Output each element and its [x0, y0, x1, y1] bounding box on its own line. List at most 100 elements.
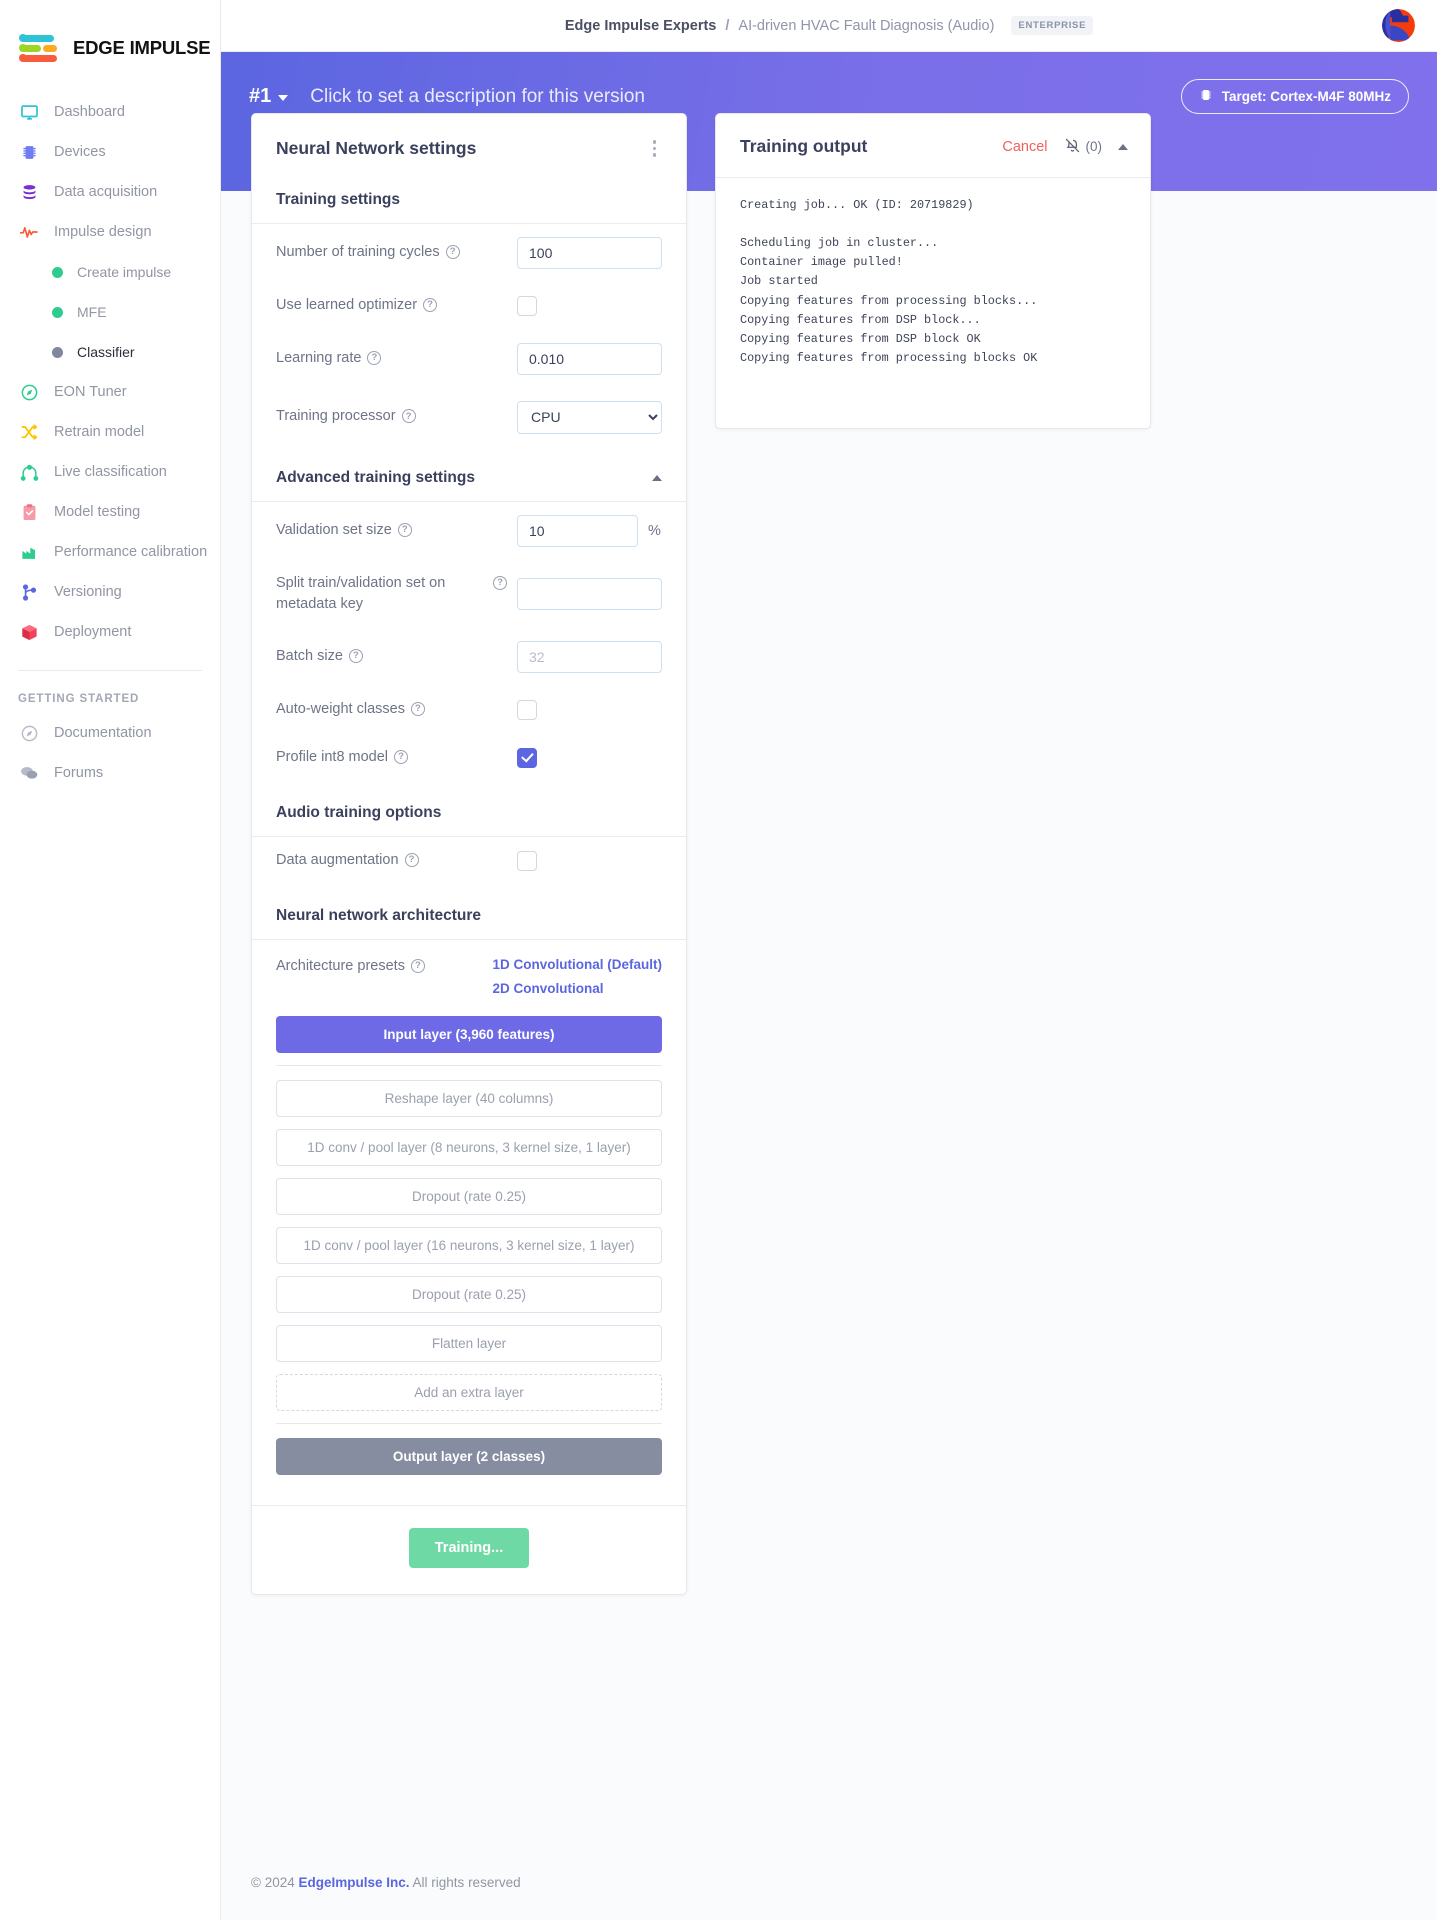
breadcrumb-project[interactable]: AI-driven HVAC Fault Diagnosis (Audio)	[738, 18, 994, 34]
field-auto-weight-classes: Auto-weight classes ?	[252, 686, 686, 734]
learned-optimizer-checkbox[interactable]	[517, 296, 537, 316]
help-icon[interactable]: ?	[423, 298, 437, 312]
section-label: Advanced training settings	[276, 469, 475, 487]
sidebar-item-eon-tuner[interactable]: EON Tuner	[0, 372, 220, 412]
layer-flatten[interactable]: Flatten layer	[276, 1325, 662, 1362]
layer-output[interactable]: Output layer (2 classes)	[276, 1438, 662, 1475]
help-icon[interactable]: ?	[402, 409, 416, 423]
sidebar-item-deployment[interactable]: Deployment	[0, 612, 220, 652]
section-audio-training-options: Audio training options	[252, 782, 686, 836]
sidebar-item-data-acquisition[interactable]: Data acquisition	[0, 172, 220, 212]
help-icon[interactable]: ?	[349, 649, 363, 663]
field-control	[517, 641, 662, 673]
percent-unit: %	[648, 523, 661, 539]
section-training-settings: Training settings	[252, 181, 686, 223]
sidebar-item-label: Model testing	[54, 504, 140, 520]
collapse-icon[interactable]	[1118, 144, 1128, 150]
avatar[interactable]	[1382, 9, 1415, 42]
layer-conv-pool-8[interactable]: 1D conv / pool layer (8 neurons, 3 kerne…	[276, 1129, 662, 1166]
help-icon[interactable]: ?	[411, 959, 425, 973]
help-icon[interactable]: ?	[405, 853, 419, 867]
sidebar-item-documentation[interactable]: Documentation	[0, 713, 220, 753]
status-dot-done	[52, 267, 63, 278]
label-text: Training processor	[276, 406, 396, 427]
status-dot-done	[52, 307, 63, 318]
field-label: Training processor ?	[276, 406, 517, 427]
help-icon[interactable]: ?	[398, 523, 412, 537]
sidebar-item-forums[interactable]: Forums	[0, 753, 220, 793]
sidebar-item-model-testing[interactable]: Model testing	[0, 492, 220, 532]
sidebar-item-retrain-model[interactable]: Retrain model	[0, 412, 220, 452]
field-control	[517, 851, 662, 871]
field-control	[517, 343, 662, 375]
sidebar-item-live-classification[interactable]: Live classification	[0, 452, 220, 492]
sidebar-item-dashboard[interactable]: Dashboard	[0, 92, 220, 132]
profile-int8-checkbox[interactable]	[517, 748, 537, 768]
field-label: Number of training cycles ?	[276, 242, 517, 263]
training-cycles-input[interactable]	[517, 237, 662, 269]
card-header: Neural Network settings	[252, 114, 686, 181]
training-processor-select[interactable]: CPU	[517, 401, 662, 434]
more-options-icon[interactable]	[647, 136, 663, 161]
start-training-button[interactable]: Training...	[409, 1528, 529, 1568]
help-icon[interactable]: ?	[394, 750, 408, 764]
brand-logo[interactable]: EDGE IMPULSE	[0, 0, 220, 74]
sidebar-subitem-mfe[interactable]: MFE	[0, 292, 220, 332]
training-log-console[interactable]: Creating job... OK (ID: 20719829) Schedu…	[716, 178, 1150, 428]
add-extra-layer-button[interactable]: Add an extra layer	[276, 1374, 662, 1411]
database-icon	[18, 181, 40, 203]
box-icon	[18, 621, 40, 643]
sidebar-item-versioning[interactable]: Versioning	[0, 572, 220, 612]
learning-rate-input[interactable]	[517, 343, 662, 375]
help-icon[interactable]: ?	[493, 576, 507, 590]
breadcrumb-org[interactable]: Edge Impulse Experts	[565, 18, 717, 34]
validation-set-size-input[interactable]	[517, 515, 638, 547]
field-control	[517, 700, 662, 720]
sidebar-item-label: Versioning	[54, 584, 122, 600]
layer-dropout-2[interactable]: Dropout (rate 0.25)	[276, 1276, 662, 1313]
card-header: Training output Cancel (0)	[716, 114, 1150, 177]
waveform-icon	[18, 221, 40, 243]
sidebar-subitem-create-impulse[interactable]: Create impulse	[0, 252, 220, 292]
status-dot-active	[52, 347, 63, 358]
field-learning-rate: Learning rate ?	[252, 330, 686, 388]
brand-name: EDGE IMPULSE	[73, 37, 210, 59]
section-advanced-training-settings[interactable]: Advanced training settings	[252, 447, 686, 501]
notifications-toggle[interactable]: (0)	[1064, 137, 1103, 157]
data-augmentation-checkbox[interactable]	[517, 851, 537, 871]
company-link[interactable]: EdgeImpulse Inc.	[299, 1875, 410, 1890]
compass-doc-icon	[18, 722, 40, 744]
cancel-button[interactable]: Cancel	[1002, 139, 1047, 155]
batch-size-input[interactable]	[517, 641, 662, 673]
sidebar-item-label: Live classification	[54, 464, 167, 480]
sidebar-item-devices[interactable]: Devices	[0, 132, 220, 172]
notification-count: (0)	[1086, 139, 1103, 154]
sidebar-subitem-classifier[interactable]: Classifier	[0, 332, 220, 372]
layer-dropout-1[interactable]: Dropout (rate 0.25)	[276, 1178, 662, 1215]
auto-weight-classes-checkbox[interactable]	[517, 700, 537, 720]
page-title: Neural Network settings	[276, 138, 476, 159]
sidebar-item-performance-calibration[interactable]: Performance calibration	[0, 532, 220, 572]
layer-conv-pool-16[interactable]: 1D conv / pool layer (16 neurons, 3 kern…	[276, 1227, 662, 1264]
field-validation-set-size: Validation set size ? %	[252, 502, 686, 560]
status-badge-enterprise: ENTERPRISE	[1011, 16, 1093, 35]
label-text: Split train/validation set on metadata k…	[276, 573, 487, 615]
preset-1d-convolutional[interactable]: 1D Convolutional (Default)	[493, 957, 663, 972]
training-output-title: Training output	[740, 136, 986, 157]
preset-2d-convolutional[interactable]: 2D Convolutional	[493, 981, 663, 996]
field-learned-optimizer: Use learned optimizer ?	[252, 282, 686, 330]
field-control	[517, 296, 662, 316]
help-icon[interactable]: ?	[411, 702, 425, 716]
layer-reshape[interactable]: Reshape layer (40 columns)	[276, 1080, 662, 1117]
sidebar-item-impulse-design[interactable]: Impulse design	[0, 212, 220, 252]
split-metadata-key-input[interactable]	[517, 578, 662, 610]
section-nn-architecture: Neural network architecture	[252, 885, 686, 939]
layer-input[interactable]: Input layer (3,960 features)	[276, 1016, 662, 1053]
top-header: Edge Impulse Experts / AI-driven HVAC Fa…	[221, 0, 1437, 52]
field-data-augmentation: Data augmentation ?	[252, 837, 686, 885]
help-icon[interactable]: ?	[446, 245, 460, 259]
compass-icon	[18, 381, 40, 403]
help-icon[interactable]: ?	[367, 351, 381, 365]
chevron-up-icon	[652, 475, 662, 481]
edge-impulse-logo-icon	[18, 33, 60, 63]
